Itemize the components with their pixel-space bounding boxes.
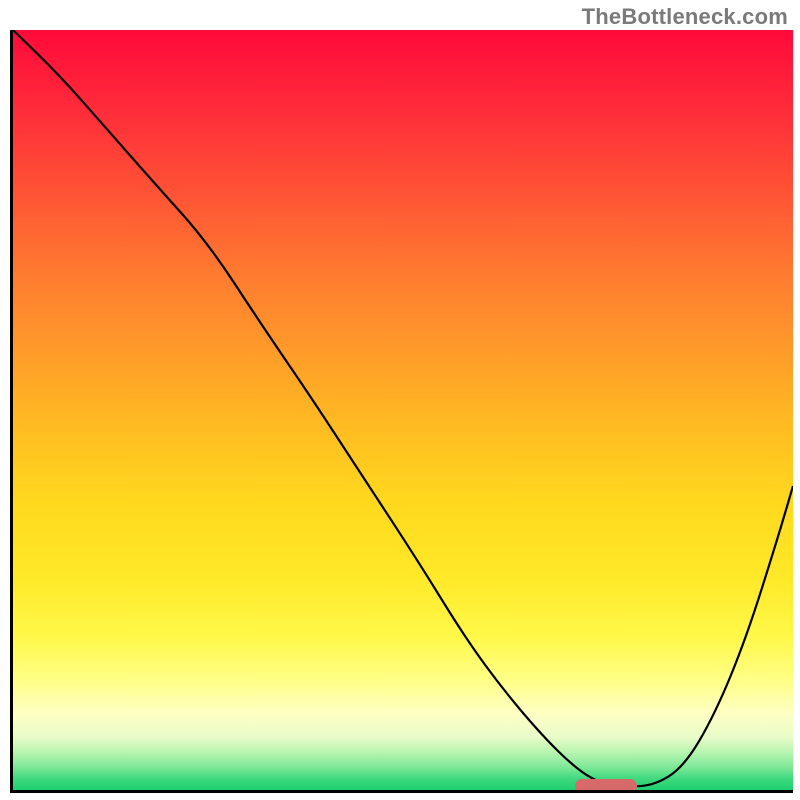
plot-area bbox=[10, 30, 793, 793]
optimal-marker bbox=[575, 779, 637, 793]
chart-wrapper: TheBottleneck.com bbox=[0, 0, 800, 800]
watermark-text: TheBottleneck.com bbox=[582, 4, 788, 30]
bottleneck-curve bbox=[13, 30, 793, 786]
curve-svg bbox=[13, 30, 793, 790]
